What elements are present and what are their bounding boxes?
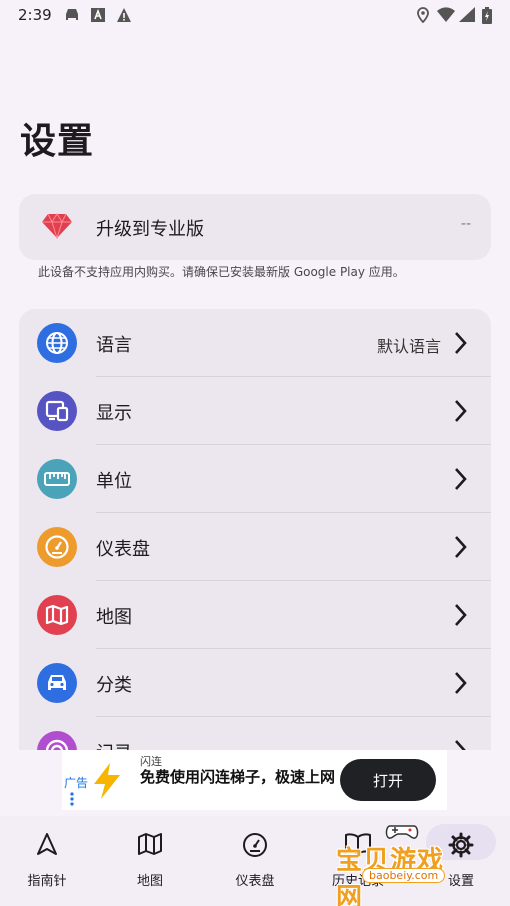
record-icon xyxy=(37,731,77,750)
ad-open-button[interactable]: 打开 xyxy=(340,759,436,801)
settings-item-label: 地图 xyxy=(96,607,132,628)
chevron-right-icon xyxy=(455,604,467,626)
map-icon xyxy=(138,833,162,855)
compass-icon xyxy=(37,833,57,855)
ad-banner[interactable]: 广告 闪连 免费使用闪连梯子，极速上网 打开 xyxy=(62,750,447,810)
nav-label: 指南针 xyxy=(27,874,67,889)
display-icon xyxy=(37,391,77,431)
status-bar: 2:39 xyxy=(0,0,510,30)
ad-text: 免费使用闪连梯子，极速上网 xyxy=(140,768,336,786)
settings-item-label: 语言 xyxy=(96,335,132,356)
diamond-icon xyxy=(42,213,72,239)
gauge-icon xyxy=(243,833,267,857)
car-status-icon xyxy=(66,9,78,20)
settings-item-map[interactable]: 地图 xyxy=(19,581,491,649)
page-title: 设置 xyxy=(20,121,95,162)
settings-item-label: 单位 xyxy=(96,471,132,492)
chevron-right-icon xyxy=(455,740,466,750)
settings-item-label: 记录 xyxy=(96,739,132,750)
ad-tag: 广告 xyxy=(64,776,89,790)
chevron-right-icon xyxy=(455,468,467,490)
settings-item-dashboard[interactable]: 仪表盘 xyxy=(19,513,491,581)
chevron-right-icon xyxy=(455,536,467,558)
settings-item-category[interactable]: 分类 xyxy=(19,649,491,717)
a-box-icon xyxy=(91,8,105,22)
car-icon xyxy=(37,663,77,703)
nav-label: 仪表盘 xyxy=(235,874,275,889)
location-icon xyxy=(417,7,429,23)
settings-item-records[interactable]: 记录 xyxy=(19,717,491,750)
settings-item-language[interactable]: 语言 默认语言 xyxy=(19,309,491,377)
settings-item-label: 显示 xyxy=(96,403,132,424)
warning-icon xyxy=(117,8,131,22)
signal-icon xyxy=(459,7,475,22)
upgrade-pro-row[interactable]: 升级到专业版 -- xyxy=(19,194,491,260)
watermark-url: baobeiy.com xyxy=(362,868,446,883)
lightning-logo-icon xyxy=(94,763,120,799)
settings-list: 语言 默认语言 显示 单位 仪表盘 地图 分类 xyxy=(19,309,491,750)
nav-label: 地图 xyxy=(136,874,163,889)
chevron-right-icon xyxy=(455,332,467,354)
language-value: 默认语言 xyxy=(376,337,441,356)
upgrade-label: 升级到专业版 xyxy=(96,219,204,240)
settings-item-label: 分类 xyxy=(96,675,132,696)
ruler-icon xyxy=(37,459,77,499)
status-time: 2:39 xyxy=(18,6,52,24)
purchase-note: 此设备不支持应用内购买。请确保已安装最新版 Google Play 应用。 xyxy=(38,265,405,279)
wifi-icon xyxy=(437,7,455,22)
upgrade-price: -- xyxy=(460,216,471,232)
more-vert-icon[interactable] xyxy=(70,792,74,806)
gauge-icon xyxy=(37,527,77,567)
nav-compass[interactable]: 指南针 xyxy=(0,816,98,906)
settings-item-units[interactable]: 单位 xyxy=(19,445,491,513)
map-icon xyxy=(37,595,77,635)
nav-map[interactable]: 地图 xyxy=(99,816,201,906)
chevron-right-icon xyxy=(455,400,467,422)
globe-icon xyxy=(37,323,77,363)
settings-item-label: 仪表盘 xyxy=(96,539,150,560)
ad-brand: 闪连 xyxy=(140,755,162,768)
chevron-right-icon xyxy=(455,672,467,694)
watermark-logo: 宝贝游戏网 baobeiy.com xyxy=(332,822,462,906)
gamepad-icon xyxy=(385,825,419,839)
nav-dashboard[interactable]: 仪表盘 xyxy=(204,816,306,906)
settings-item-display[interactable]: 显示 xyxy=(19,377,491,445)
battery-icon xyxy=(482,7,492,24)
